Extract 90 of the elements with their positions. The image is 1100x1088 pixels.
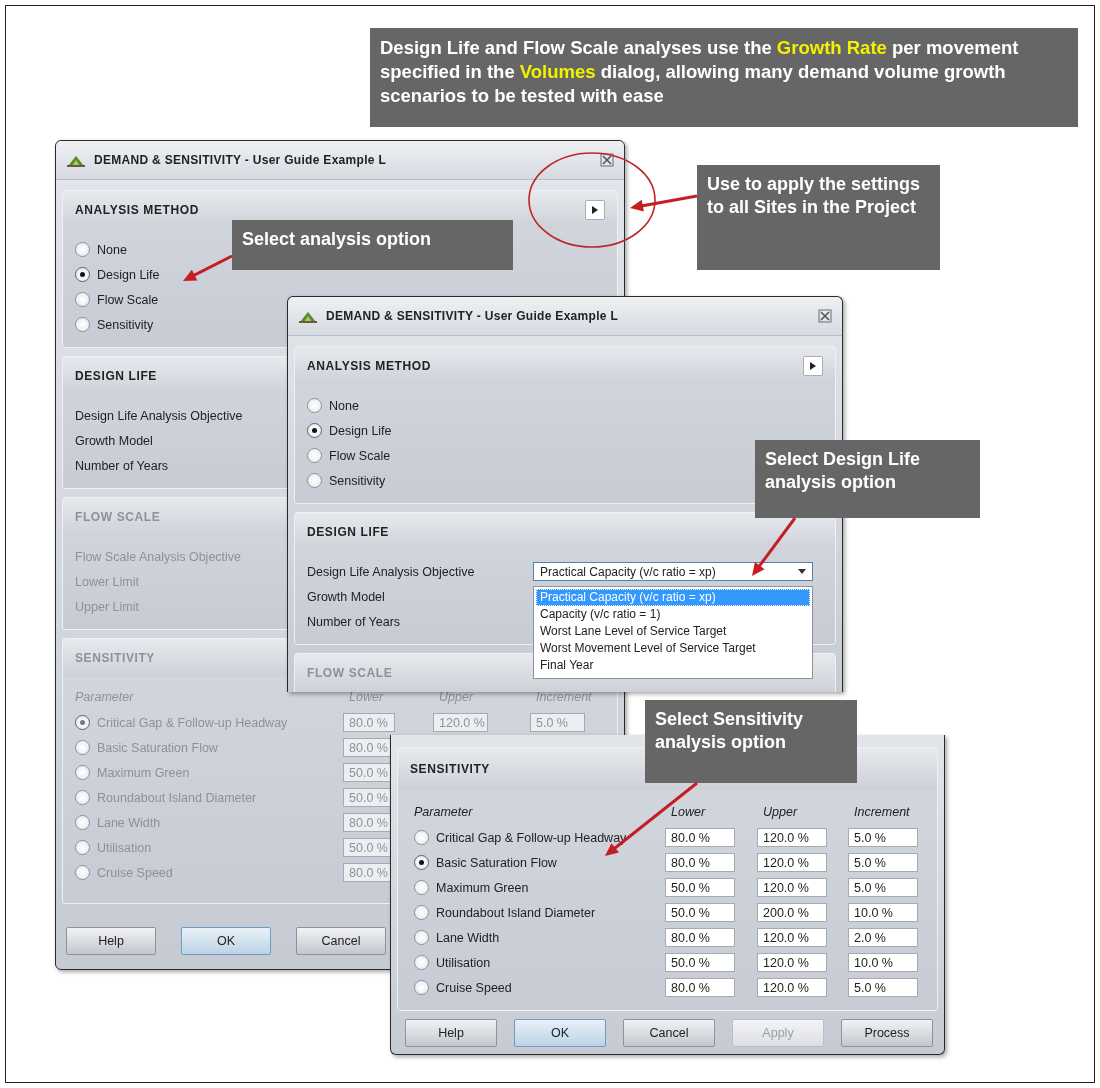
dialog-button[interactable]: OK xyxy=(181,927,271,955)
dialog-button[interactable]: Help xyxy=(66,927,156,955)
radio-button[interactable]: Flow Scale xyxy=(75,287,159,312)
dropdown[interactable]: Practical Capacity (v/c ratio = xp) xyxy=(533,562,813,581)
arrow xyxy=(183,254,233,281)
column-header: Upper xyxy=(438,689,475,706)
note-banner: Design Life and Flow Scale analyses use the Growth Rate per movement specified in the Volumes dialog, allowing many demand volume growth scenarios to be tested with ease xyxy=(370,28,1078,127)
dropdown-option[interactable]: Worst Movement Level of Service Target xyxy=(536,640,810,657)
section-heading: SENSITIVITY xyxy=(75,651,155,665)
radio-button[interactable]: None xyxy=(307,393,359,418)
callout: Select analysis option xyxy=(232,220,513,270)
column-header: Upper xyxy=(762,804,799,821)
radio-button[interactable]: Critical Gap & Follow-up Headway xyxy=(414,825,627,850)
radio-button[interactable]: None xyxy=(75,237,127,262)
dialog-button[interactable]: OK xyxy=(514,1019,606,1047)
dropdown-option[interactable]: Capacity (v/c ratio = 1) xyxy=(536,606,810,623)
field-label: Upper Limit xyxy=(75,599,140,614)
callout: Select Design Life analysis option xyxy=(755,440,980,518)
radio-button[interactable]: Design Life xyxy=(307,418,392,443)
field-label: Flow Scale Analysis Objective xyxy=(75,549,243,564)
section-heading: FLOW SCALE xyxy=(75,510,161,524)
caret-icon xyxy=(798,569,806,574)
dialog-button[interactable]: Cancel xyxy=(296,927,386,955)
triangle-icon xyxy=(592,206,598,214)
expand-button[interactable] xyxy=(803,356,823,376)
percent-field[interactable]: 200.0 % xyxy=(757,903,827,922)
radio-button[interactable]: Design Life xyxy=(75,262,160,287)
radio-button[interactable]: Sensitivity xyxy=(75,312,154,337)
column-header: Parameter xyxy=(414,804,474,821)
radio-button[interactable]: Utilisation xyxy=(414,950,491,975)
column-header: Lower xyxy=(670,804,707,821)
radio-button[interactable]: Cruise Speed xyxy=(414,975,512,1000)
percent-field[interactable]: 5.0 % xyxy=(848,828,918,847)
percent-field[interactable]: 80.0 % xyxy=(665,828,735,847)
arrow xyxy=(752,517,797,576)
field-label: Lower Limit xyxy=(75,574,140,589)
percent-field[interactable]: 5.0 % xyxy=(848,978,918,997)
field-label: Growth Model xyxy=(75,433,154,448)
percent-field[interactable]: 120.0 % xyxy=(757,853,827,872)
close-icon[interactable] xyxy=(600,153,614,167)
percent-field[interactable]: 50.0 % xyxy=(665,953,735,972)
section-heading: FLOW SCALE xyxy=(307,666,393,680)
close-icon[interactable] xyxy=(818,309,832,323)
dropdown-option[interactable]: Final Year xyxy=(536,657,810,674)
dialog-button[interactable]: Process xyxy=(841,1019,933,1047)
percent-field[interactable]: 2.0 % xyxy=(848,928,918,947)
dialog-button[interactable]: Cancel xyxy=(623,1019,715,1047)
triangle-icon xyxy=(810,362,816,370)
percent-field[interactable]: 80.0 % xyxy=(665,928,735,947)
column-header: Increment xyxy=(535,689,593,706)
percent-field[interactable]: 10.0 % xyxy=(848,953,918,972)
section-heading: SENSITIVITY xyxy=(410,762,490,776)
window-title: DEMAND & SENSITIVITY - User Guide Example L xyxy=(326,309,620,323)
radio-button[interactable]: Lane Width xyxy=(414,925,500,950)
callout: Select Sensitivity analysis option xyxy=(645,700,857,783)
field-label: Design Life Analysis Objective xyxy=(75,408,244,423)
radio-button[interactable]: Basic Saturation Flow xyxy=(414,850,557,875)
dialog-button[interactable]: Help xyxy=(405,1019,497,1047)
percent-field[interactable]: 120.0 % xyxy=(757,978,827,997)
column-header: Parameter xyxy=(75,689,135,706)
percent-field[interactable]: 80.0 % xyxy=(665,853,735,872)
radio-button[interactable]: Maximum Green xyxy=(414,875,529,900)
callout: Use to apply the settings to all Sites in the Project xyxy=(697,165,940,270)
field-label: Number of Years xyxy=(75,458,170,473)
column-header: Lower xyxy=(348,689,385,706)
percent-field[interactable]: 120.0 % xyxy=(757,878,827,897)
radio-button[interactable]: Sensitivity xyxy=(307,468,386,493)
percent-field[interactable]: 80.0 % xyxy=(665,978,735,997)
expand-button[interactable] xyxy=(585,200,605,220)
percent-field[interactable]: 120.0 % xyxy=(757,928,827,947)
radio-button[interactable]: Flow Scale xyxy=(307,443,391,468)
dropdown-option[interactable]: Worst Lane Level of Service Target xyxy=(536,623,810,640)
field-label: Design Life Analysis Objective xyxy=(307,564,476,579)
field-label: Growth Model xyxy=(307,589,386,604)
section-heading: ANALYSIS METHOD xyxy=(75,203,199,217)
percent-field[interactable]: 5.0 % xyxy=(848,853,918,872)
percent-field[interactable]: 5.0 % xyxy=(848,878,918,897)
percent-field[interactable]: 120.0 % xyxy=(757,828,827,847)
percent-field[interactable]: 10.0 % xyxy=(848,903,918,922)
section-heading: DESIGN LIFE xyxy=(307,525,389,539)
section-heading: DESIGN LIFE xyxy=(75,369,157,383)
column-header: Increment xyxy=(853,804,911,821)
radio-button[interactable]: Roundabout Island Diameter xyxy=(414,900,596,925)
arrow xyxy=(630,194,698,212)
section-heading: ANALYSIS METHOD xyxy=(307,359,431,373)
percent-field[interactable]: 50.0 % xyxy=(665,878,735,897)
percent-field[interactable]: 50.0 % xyxy=(665,903,735,922)
percent-field[interactable]: 120.0 % xyxy=(757,953,827,972)
field-label: Number of Years xyxy=(307,614,402,629)
window-title: DEMAND & SENSITIVITY - User Guide Example L xyxy=(94,153,388,167)
